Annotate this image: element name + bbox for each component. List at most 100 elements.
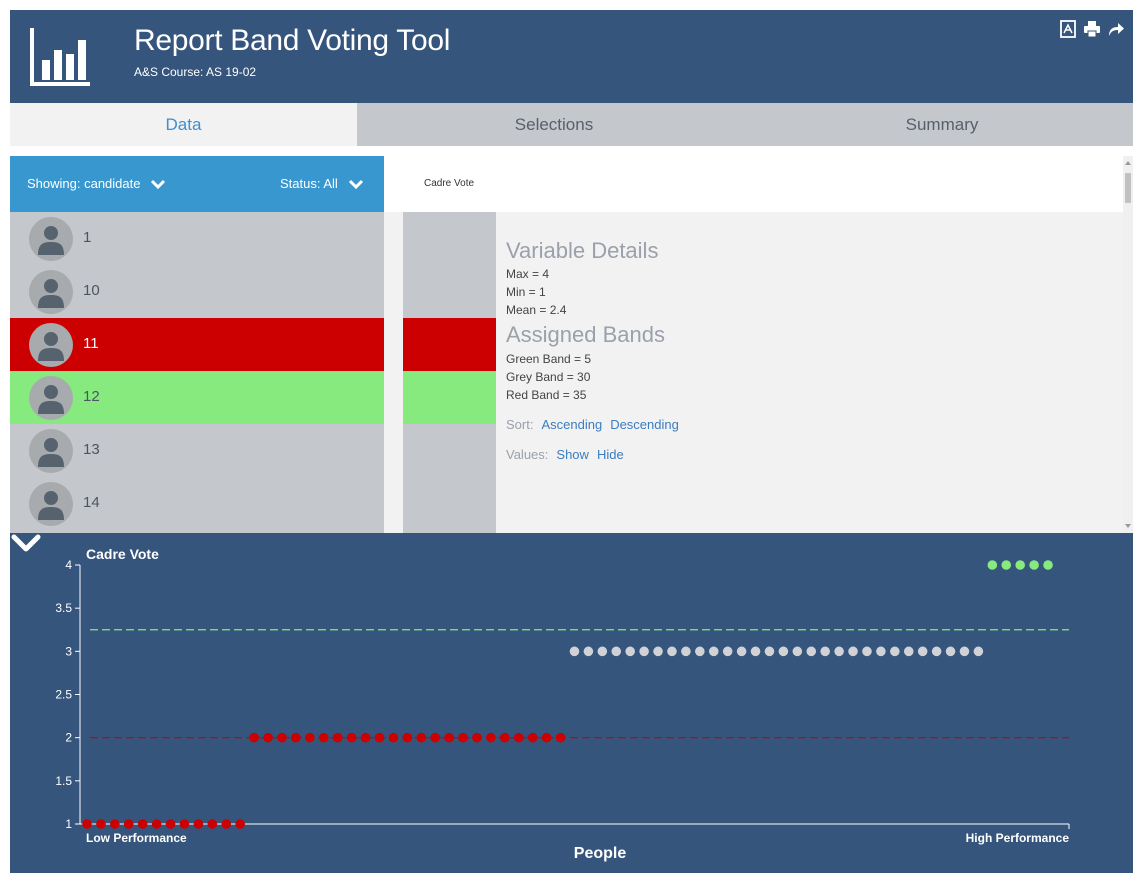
candidate-row[interactable]: 14 [10,477,384,530]
candidate-label: 1 [83,229,92,246]
pdf-icon[interactable] [1059,20,1077,38]
data-point [987,560,998,570]
avatar-icon [29,323,73,367]
red-band-count: Red Band = 35 [506,388,587,402]
data-point [541,732,552,743]
values-controls: Values: Show Hide [506,447,624,462]
data-point [527,732,538,743]
cadre-vote-chart: 1 1.5 2 2.5 3 3.5 4 Low Performance High Perform… [55,546,1070,862]
data-point [137,819,148,829]
data-point [472,732,482,743]
scroll-thumb[interactable] [1125,173,1131,203]
data-point [151,819,162,829]
showing-dropdown[interactable]: Showing: candidate [27,176,166,191]
data-point [402,732,413,743]
share-icon[interactable] [1107,20,1125,38]
values-hide-link[interactable]: Hide [597,447,624,462]
candidate-label: 14 [83,494,100,511]
data-point [346,732,357,743]
data-point [1029,560,1039,570]
filter-bar: Showing: candidate Status: All [10,156,384,212]
data-point [848,646,858,657]
data-point [639,646,649,657]
tab-bar: Data Selections Summary [10,103,1133,146]
tab-summary[interactable]: Summary [751,103,1133,146]
data-point [374,732,385,743]
avatar-icon [29,482,73,526]
data-point [360,732,371,743]
column-header-cadre-vote[interactable]: Cadre Vote [384,156,1123,212]
header-actions [1059,20,1125,38]
y-tick-label: 3 [65,644,72,658]
chevron-down-icon [151,179,166,189]
y-tick-label: 2 [65,731,72,745]
data-point [291,732,301,743]
data-point [430,732,440,743]
app-title: Report Band Voting Tool [134,24,451,57]
status-dropdown[interactable]: Status: All [280,176,364,191]
grey-band-count: Grey Band = 30 [506,370,591,384]
course-subtitle: A&S Course: AS 19-02 [134,65,257,79]
candidate-row[interactable]: 11 [10,318,384,371]
vote-cell[interactable] [403,371,496,424]
data-panel: Showing: candidate Status: All Cadre Vot… [10,146,1133,533]
scroll-up-arrow[interactable] [1125,161,1131,165]
candidate-row[interactable]: 10 [10,265,384,318]
data-point [1043,560,1053,570]
data-point [486,732,496,743]
vote-column [403,212,496,533]
vote-cell[interactable] [403,318,496,371]
data-point [876,646,886,657]
data-point [110,819,120,829]
variable-details-heading: Variable Details [506,238,659,263]
sort-label: Sort: [506,417,534,432]
assigned-bands-heading: Assigned Bands [506,322,665,347]
data-point [444,732,454,743]
data-point [500,732,510,743]
data-point [165,819,176,829]
vote-cell[interactable] [403,424,496,477]
showing-label: Showing: candidate [27,176,141,191]
data-point [569,646,580,657]
vote-cell[interactable] [403,477,496,530]
tab-data[interactable]: Data [10,103,357,146]
scroll-down-arrow[interactable] [1125,524,1131,528]
avatar-icon [29,217,73,261]
data-point [834,646,844,657]
candidate-row[interactable]: 12 [10,371,384,424]
candidate-label: 13 [83,441,100,458]
data-point [806,646,817,657]
chart-title: Cadre Vote [86,546,159,562]
data-point [820,646,830,657]
data-point [332,732,343,743]
data-point [917,646,928,657]
candidate-label: 12 [83,388,100,405]
y-tick-label: 2.5 [55,688,72,702]
data-point [96,819,106,829]
data-point [416,732,427,743]
chevron-down-icon[interactable] [10,533,42,555]
tab-selections[interactable]: Selections [357,103,751,146]
values-show-link[interactable]: Show [556,447,589,462]
data-point [235,819,245,829]
data-point [221,819,232,829]
sort-descending-link[interactable]: Descending [610,417,679,432]
vote-cell[interactable] [403,265,496,318]
candidate-row[interactable]: 13 [10,424,384,477]
data-point [681,646,691,657]
vertical-scrollbar[interactable] [1123,156,1133,533]
candidate-row[interactable]: 1 [10,212,384,265]
data-point [792,646,803,657]
data-point [667,646,677,657]
vote-cell[interactable] [403,212,496,265]
data-point [750,646,761,657]
y-tick-label: 1 [65,817,72,831]
data-point [890,646,900,657]
print-icon[interactable] [1083,20,1101,38]
data-point [931,646,942,657]
data-point [179,819,190,829]
data-point [653,646,663,657]
list-gutter [384,212,403,533]
sort-ascending-link[interactable]: Ascending [541,417,602,432]
avatar-icon [29,376,73,420]
